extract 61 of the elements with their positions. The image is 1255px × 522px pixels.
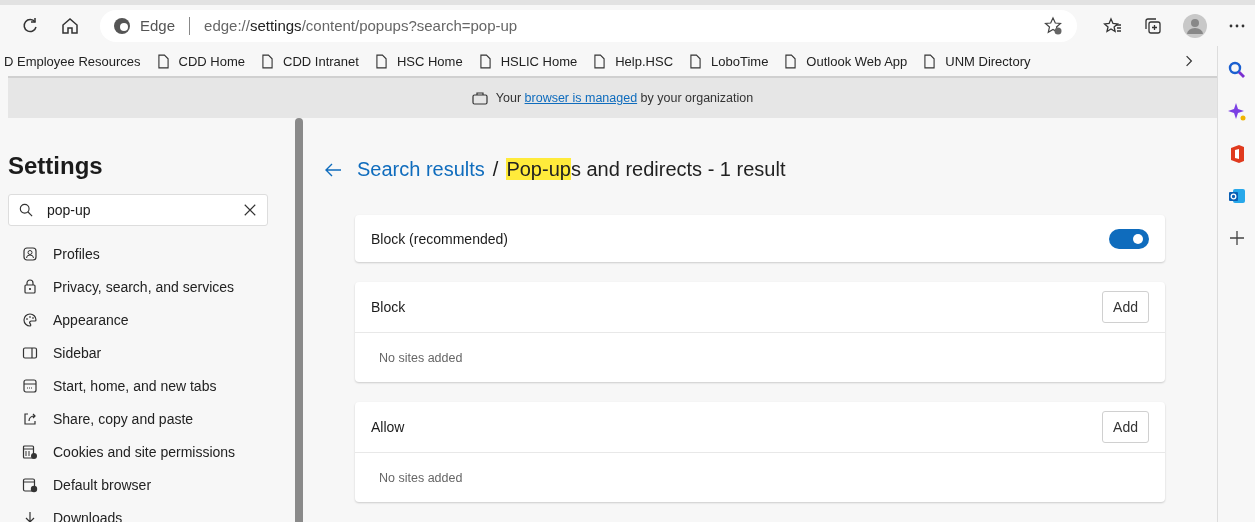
page-icon xyxy=(479,53,491,69)
empty-message: No sites added xyxy=(379,350,463,365)
nav-item[interactable]: Sidebar xyxy=(8,336,295,369)
list-title: Block xyxy=(371,299,406,315)
nav-item[interactable]: Default browser xyxy=(8,468,295,501)
browser-icon xyxy=(22,476,38,493)
managed-text: Your browser is managed by your organization xyxy=(495,91,754,105)
page-icon xyxy=(157,53,169,69)
clear-icon[interactable] xyxy=(243,203,257,217)
bookmark-link[interactable]: CDD Home xyxy=(157,53,246,69)
share-icon xyxy=(22,410,38,427)
page-icon xyxy=(594,53,606,69)
managed-link[interactable]: browser is managed xyxy=(524,91,638,105)
page-icon xyxy=(262,53,274,69)
bookmark-link[interactable]: HSC Home xyxy=(375,53,463,69)
lock-icon xyxy=(22,278,38,295)
page-icon xyxy=(785,53,797,69)
page-title: Pop-ups and redirects - 1 result xyxy=(506,158,786,181)
search-field[interactable]: pop-up xyxy=(8,194,268,226)
search-icon xyxy=(19,203,33,217)
nav-item[interactable]: Downloads xyxy=(8,501,295,522)
address-bar[interactable]: Edge edge://settings/content/popups?search=pop-up xyxy=(100,9,1077,42)
page-icon xyxy=(924,53,936,69)
briefcase-icon xyxy=(471,91,488,105)
nav-item[interactable]: Profiles xyxy=(8,237,295,270)
site-label: Edge xyxy=(140,17,176,34)
bookmark-link[interactable]: LoboTime xyxy=(690,53,769,69)
nav-item[interactable]: Privacy, search, and services xyxy=(8,270,295,303)
toggle-switch[interactable] xyxy=(1109,228,1149,249)
settings-title: Settings xyxy=(8,152,104,180)
palette-icon xyxy=(22,311,38,328)
profile-icon xyxy=(22,245,38,262)
collections-icon[interactable] xyxy=(1143,15,1163,36)
url-text: edge://settings/content/popups?search=pop-up xyxy=(204,17,519,34)
empty-message: No sites added xyxy=(379,470,463,485)
bookmark-link[interactable]: UNM Directory xyxy=(924,53,1031,69)
nav-item[interactable]: Share, copy and paste xyxy=(8,402,295,435)
scrollbar[interactable] xyxy=(295,118,303,522)
bookmark-link[interactable]: Outlook Web App xyxy=(785,53,908,69)
add-button[interactable]: Add xyxy=(1102,411,1149,443)
setting-label: Block (recommended) xyxy=(371,230,508,247)
page-icon xyxy=(690,53,702,69)
bookmark-link[interactable]: HSLIC Home xyxy=(479,53,578,69)
cookies-icon xyxy=(22,443,38,460)
favorites-icon[interactable] xyxy=(1103,15,1123,36)
page-icon xyxy=(375,53,387,69)
add-button[interactable]: Add xyxy=(1102,291,1149,323)
avatar-icon[interactable] xyxy=(1183,13,1207,38)
breadcrumb-separator: / xyxy=(492,158,499,181)
bookmark-link[interactable]: CDD Intranet xyxy=(262,53,359,69)
mail-icon[interactable] xyxy=(1226,186,1247,206)
nav-item[interactable]: Appearance xyxy=(8,303,295,336)
bookmark-link[interactable]: D Employee Resources xyxy=(4,53,141,69)
sidebar-icon xyxy=(22,344,38,361)
search-results-link[interactable]: Search results xyxy=(357,158,485,181)
list-title: Allow xyxy=(371,419,405,435)
nav-item[interactable]: Cookies and site permissions xyxy=(8,435,295,468)
nav-item[interactable]: Start, home, and new tabs xyxy=(8,369,295,402)
bookmark-link[interactable]: Help.HSC xyxy=(594,53,674,69)
add-favorite-icon[interactable] xyxy=(1043,15,1063,36)
search-icon[interactable] xyxy=(1226,60,1247,80)
